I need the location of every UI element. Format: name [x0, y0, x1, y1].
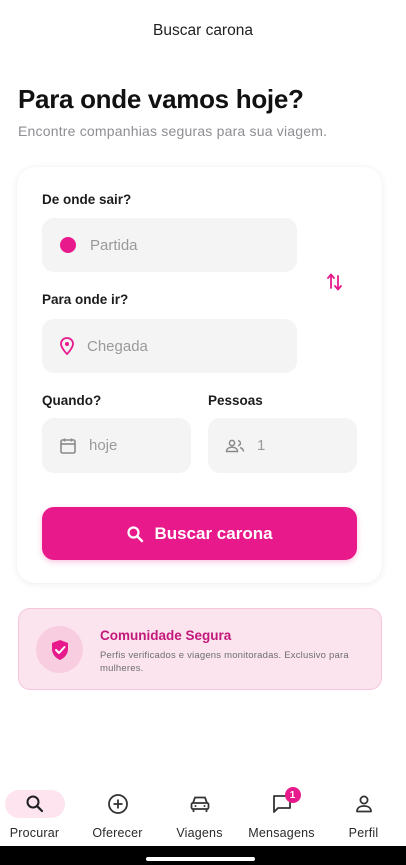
date-value: hoje — [89, 437, 118, 454]
destination-placeholder: Chegada — [87, 337, 148, 355]
chat-icon: 1 — [252, 787, 312, 818]
destination-field[interactable]: Chegada — [42, 319, 297, 373]
group-icon — [225, 439, 245, 453]
nav-label-procurar: Procurar — [9, 826, 60, 840]
bottom-navigation: Procurar Oferecer Viagens 1 Mensagens Pe… — [0, 780, 406, 846]
safe-community-description: Perfis verificados e viagens monitoradas… — [100, 650, 349, 674]
system-gesture-bar — [0, 846, 406, 865]
location-pin-icon — [59, 337, 75, 355]
nav-label-oferecer: Oferecer — [92, 826, 143, 840]
page-title: Buscar carona — [153, 22, 253, 39]
nav-item-viagens[interactable]: Viagens — [159, 780, 240, 846]
nav-item-perfil[interactable]: Perfil — [323, 780, 404, 846]
origin-dot-icon — [60, 237, 76, 253]
nav-item-mensagens[interactable]: 1 Mensagens — [241, 780, 322, 846]
hero-subtitle: Encontre companhias seguras para sua via… — [18, 123, 328, 139]
people-field[interactable]: 1 — [208, 418, 357, 473]
search-icon — [127, 525, 144, 542]
swap-locations-icon[interactable] — [324, 270, 346, 294]
search-icon — [4, 790, 65, 818]
home-indicator[interactable] — [146, 857, 255, 861]
nav-item-procurar[interactable]: Procurar — [0, 780, 75, 846]
messages-badge: 1 — [284, 787, 301, 803]
nav-label-perfil: Perfil — [348, 826, 379, 840]
top-app-bar: Buscar carona — [0, 0, 406, 62]
search-ride-button[interactable]: Buscar carona — [42, 507, 357, 560]
people-label: Pessoas — [208, 393, 263, 408]
person-icon — [334, 790, 394, 818]
origin-field[interactable]: Partida — [42, 218, 297, 272]
date-field[interactable]: hoje — [42, 418, 191, 473]
shield-check-icon — [36, 626, 83, 673]
search-ride-button-label: Buscar carona — [154, 523, 273, 543]
safe-community-title: Comunidade Segura — [100, 628, 232, 643]
date-label: Quando? — [42, 393, 102, 408]
nav-item-oferecer[interactable]: Oferecer — [77, 780, 158, 846]
destination-label: Para onde ir? — [42, 292, 129, 307]
nav-label-mensagens: Mensagens — [248, 826, 315, 840]
origin-label: De onde sair? — [42, 192, 132, 207]
origin-placeholder: Partida — [90, 236, 138, 254]
nav-label-viagens: Viagens — [176, 826, 223, 840]
calendar-icon — [59, 437, 77, 455]
add-circle-icon — [88, 790, 148, 818]
hero-title: Para onde vamos hoje? — [18, 84, 304, 114]
safe-community-banner: Comunidade Segura Perfis verificados e v… — [18, 608, 382, 690]
people-value: 1 — [257, 437, 266, 454]
car-icon — [170, 790, 230, 818]
